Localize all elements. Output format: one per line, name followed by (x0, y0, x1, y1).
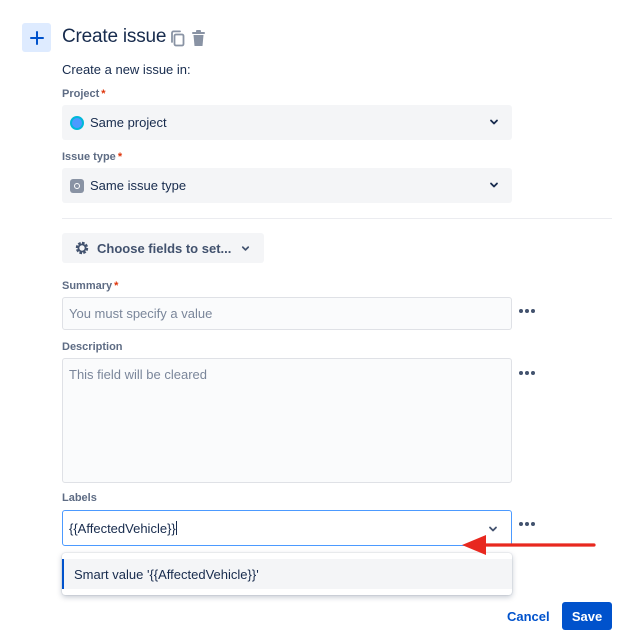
summary-label: Summary * (62, 280, 119, 292)
cancel-button[interactable]: Cancel (499, 602, 558, 630)
labels-more-button[interactable] (519, 522, 535, 526)
summary-input[interactable]: You must specify a value (62, 297, 512, 330)
trash-icon[interactable] (191, 30, 206, 52)
project-avatar-icon (70, 115, 84, 130)
dropdown-option-smart-value[interactable]: Smart value '{{AffectedVehicle}}' (62, 559, 512, 589)
labels-dropdown: Smart value '{{AffectedVehicle}}' (62, 553, 512, 595)
labels-label: Labels (62, 492, 97, 504)
summary-placeholder: You must specify a value (69, 306, 213, 321)
required-marker: * (101, 88, 106, 100)
chevron-down-icon (490, 182, 498, 188)
create-subtitle: Create a new issue in: (62, 62, 191, 77)
description-placeholder: This field will be cleared (69, 367, 208, 382)
description-more-button[interactable] (519, 371, 535, 375)
required-marker: * (117, 151, 123, 163)
description-label: Description (62, 341, 123, 353)
chevron-down-icon (242, 245, 250, 251)
copy-icon[interactable] (170, 30, 186, 52)
project-label: Project * (62, 88, 106, 100)
summary-more-button[interactable] (519, 309, 535, 313)
plus-icon (29, 30, 44, 45)
add-action-button[interactable] (22, 23, 51, 52)
section-divider (62, 218, 612, 219)
choose-fields-button[interactable]: Choose fields to set... (62, 233, 264, 263)
required-marker: * (114, 280, 119, 292)
labels-input[interactable]: {{AffectedVehicle}} (62, 510, 512, 546)
issue-type-select[interactable]: Same issue type (62, 168, 512, 203)
labels-value: {{AffectedVehicle}} (69, 521, 176, 536)
project-select[interactable]: Same project (62, 105, 512, 140)
description-textarea[interactable]: This field will be cleared (62, 358, 512, 483)
issue-type-value: Same issue type (90, 178, 187, 193)
choose-fields-label: Choose fields to set... (97, 240, 232, 256)
gear-icon (75, 241, 89, 255)
text-cursor (175, 521, 177, 535)
chevron-down-icon (490, 119, 498, 125)
page-title: Create issue (62, 26, 167, 47)
project-value: Same project (90, 115, 167, 130)
issue-type-icon (70, 178, 84, 193)
save-button[interactable]: Save (562, 602, 612, 630)
annotation-arrow-icon (462, 535, 596, 555)
issue-type-label: Issue type * (62, 151, 123, 163)
